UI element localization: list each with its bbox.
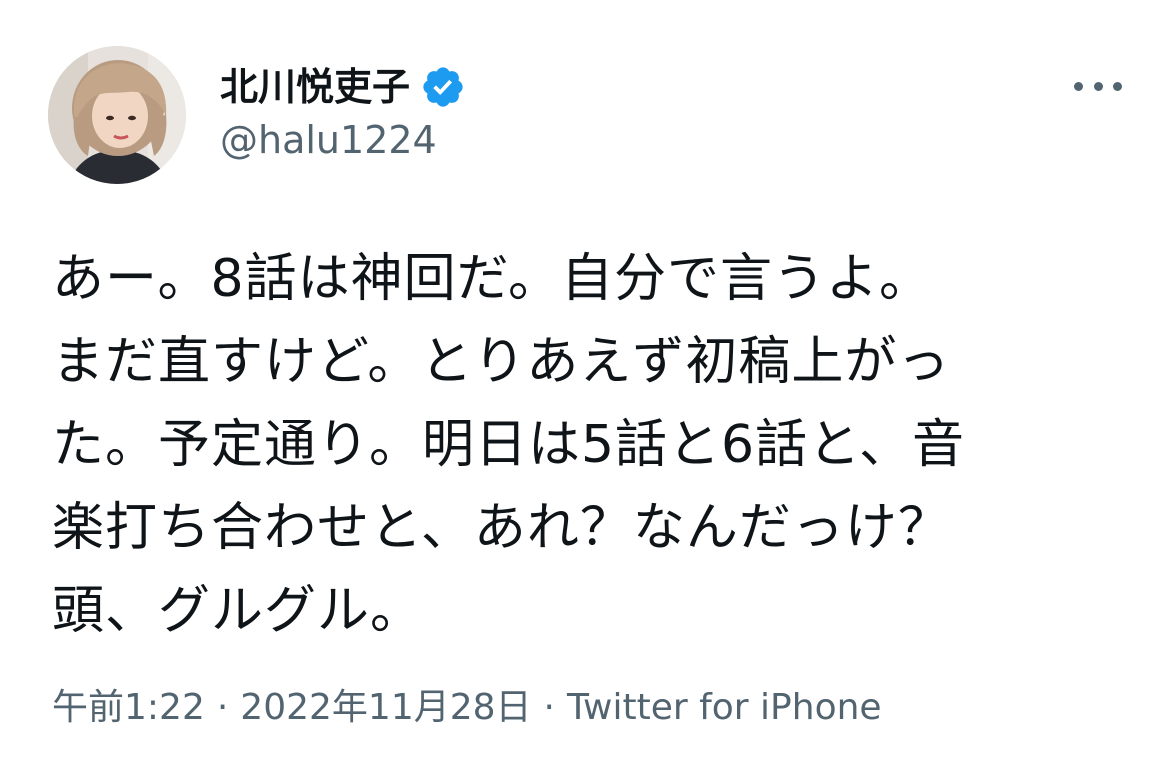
avatar-image xyxy=(48,46,186,184)
tweet-text: あー。8話は神回だ。自分で言うよ。 まだ直すけど。とりあえず初稿上がっ た。予定… xyxy=(52,238,1132,653)
meta-separator: · xyxy=(216,687,229,728)
tweet-card: 北川悦吏子 @halu1224 あー。8話は神回だ。自分で言うよ。 まだ直すけど… xyxy=(0,0,1170,779)
verified-badge-icon xyxy=(420,64,466,110)
tweet-source[interactable]: Twitter for iPhone xyxy=(567,687,882,728)
more-dot xyxy=(1074,81,1083,91)
more-options-icon[interactable] xyxy=(1074,72,1122,100)
tweet-text-line: 頭、グルグル。 xyxy=(52,581,424,641)
tweet-time[interactable]: 午前1:22 xyxy=(52,687,205,728)
avatar[interactable] xyxy=(48,46,186,184)
author-handle[interactable]: @halu1224 xyxy=(220,118,437,164)
tweet-text-line: まだ直すけど。とりあえず初稿上がっ xyxy=(52,332,951,392)
tweet-date[interactable]: 2022年11月28日 xyxy=(240,687,531,728)
tweet-metadata: 午前1:22 · 2022年11月28日 · Twitter for iPhone xyxy=(52,684,882,732)
tweet-text-line: た。予定通り。明日は5話と6話と、音 xyxy=(52,415,966,475)
meta-separator: · xyxy=(543,687,555,728)
author-row: 北川悦吏子 xyxy=(220,60,466,114)
tweet-text-line: 楽打ち合わせと、あれ？なんだっけ？ xyxy=(52,498,951,558)
tweet-text-line: あー。8話は神回だ。自分で言うよ。 xyxy=(52,249,933,309)
more-dot xyxy=(1093,81,1103,91)
more-dot xyxy=(1113,81,1122,91)
display-name[interactable]: 北川悦吏子 xyxy=(220,68,410,106)
